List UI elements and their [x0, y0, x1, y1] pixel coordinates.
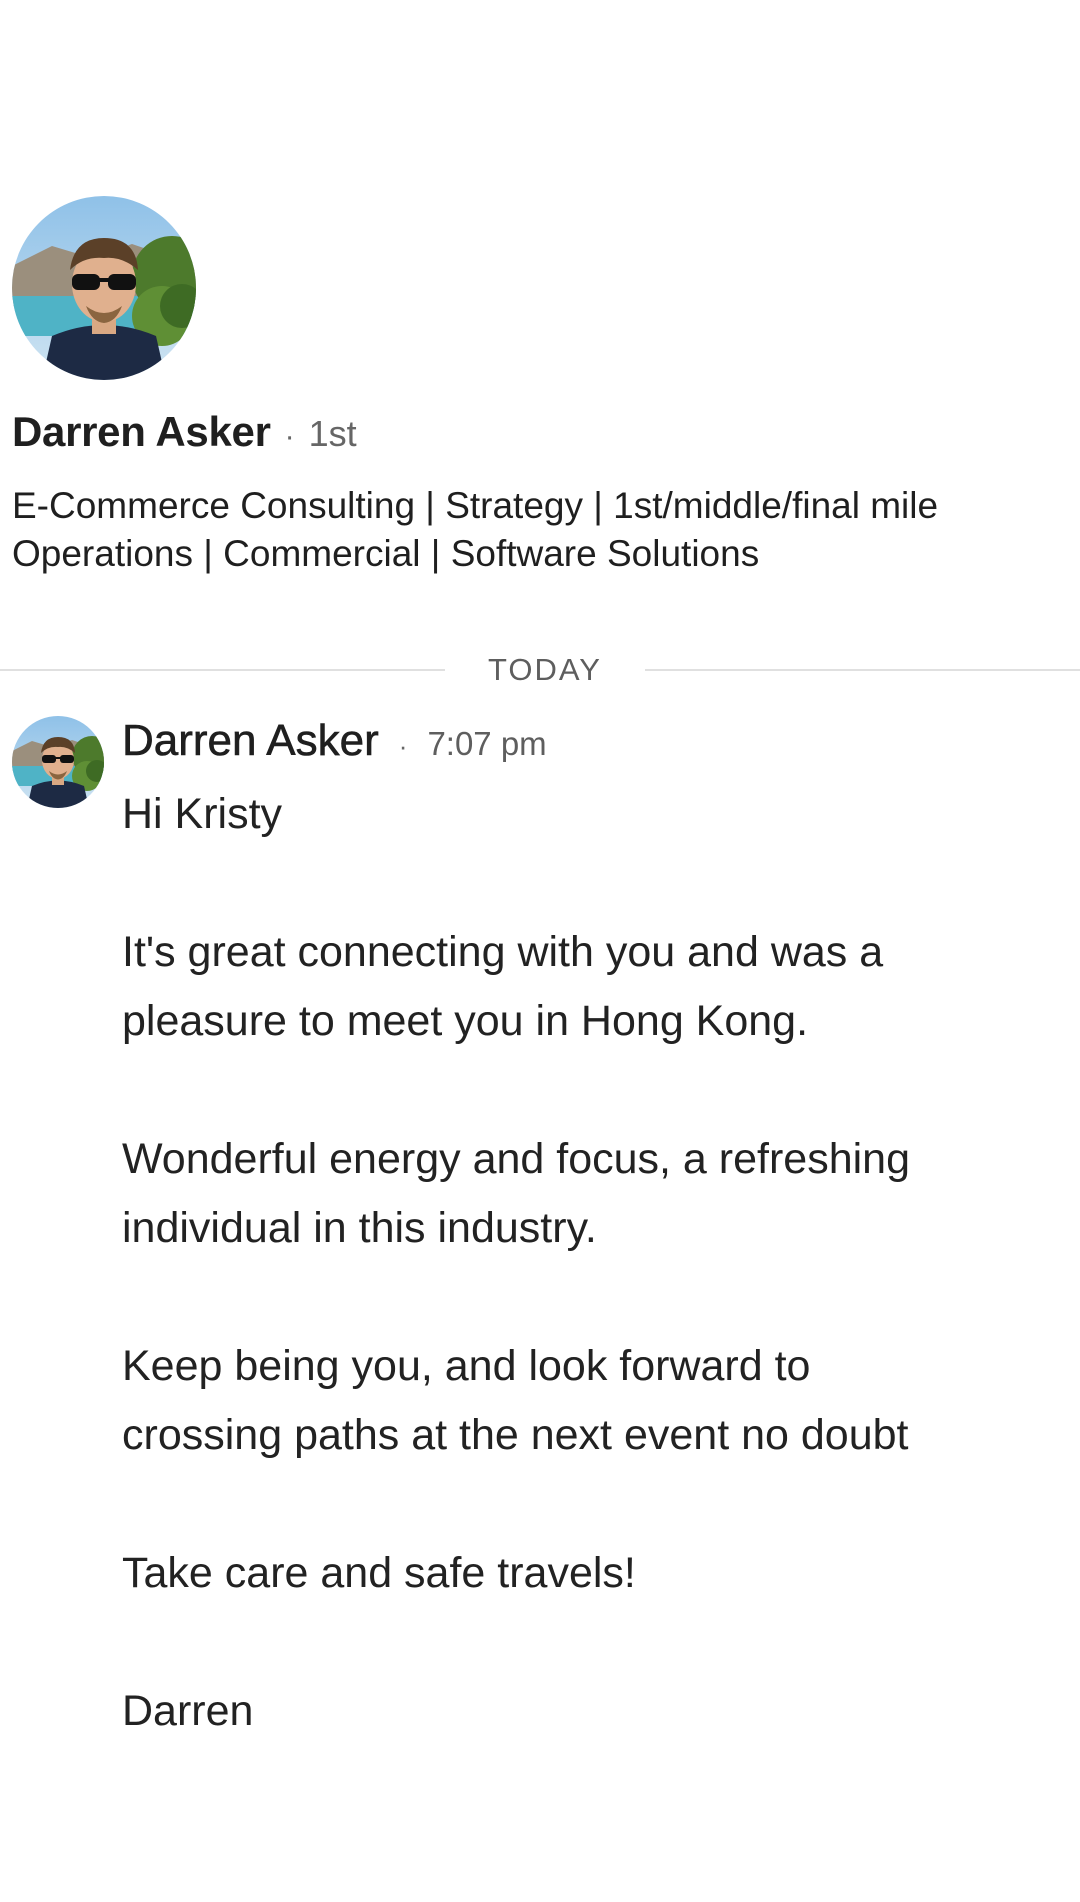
message-line: It's great connecting with you and was a — [122, 928, 884, 976]
message-body: Hi Kristy It's great connecting with you… — [122, 780, 1022, 1746]
date-divider-label: TODAY — [488, 652, 602, 687]
message-line: Darren — [122, 1687, 254, 1735]
profile-header: Darren Asker · 1st E-Commerce Consulting… — [12, 196, 1062, 578]
message-line: Hi Kristy — [122, 790, 283, 838]
avatar-photo-icon — [12, 716, 104, 808]
profile-name[interactable]: Darren Asker — [12, 408, 271, 456]
profile-avatar[interactable] — [12, 196, 196, 380]
message-line: individual in this industry. — [122, 1204, 597, 1252]
divider-line — [0, 669, 445, 671]
message-line: Take care and safe travels! — [122, 1549, 636, 1597]
message-avatar[interactable] — [12, 716, 104, 808]
avatar-photo-icon — [12, 196, 196, 380]
profile-headline: E-Commerce Consulting | Strategy | 1st/m… — [12, 482, 1062, 578]
date-divider: TODAY — [0, 650, 1080, 690]
connection-degree: 1st — [308, 413, 357, 454]
message-timestamp: 7:07 pm — [427, 725, 547, 762]
separator-dot: · — [398, 731, 408, 761]
message-line: crossing paths at the next event no doub… — [122, 1411, 909, 1459]
message-line: pleasure to meet you in Hong Kong. — [122, 997, 809, 1045]
headline-line: E-Commerce Consulting | Strategy | 1st/m… — [12, 485, 939, 526]
message-line: Wonderful energy and focus, a refreshing — [122, 1135, 911, 1183]
separator-dot: · — [284, 420, 295, 453]
headline-line: Operations | Commercial | Software Solut… — [12, 533, 760, 574]
divider-line — [645, 669, 1080, 671]
message-line: Keep being you, and look forward to — [122, 1342, 811, 1390]
message-sender-name[interactable]: Darren Asker — [122, 716, 379, 766]
